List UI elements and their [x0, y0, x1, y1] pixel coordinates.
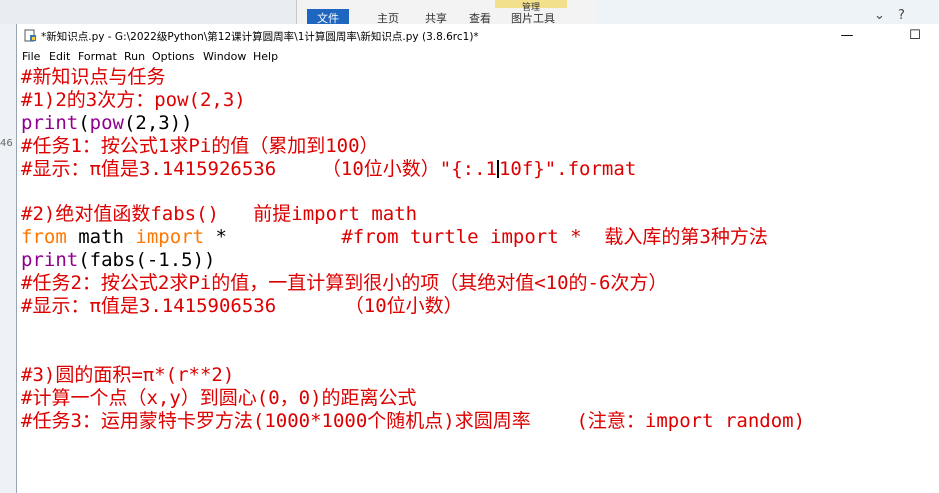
menu-bar: File Edit Format Run Options Window Help — [17, 48, 939, 66]
code-text: math — [66, 226, 136, 248]
background-chevron-icon: ⌄ — [874, 8, 885, 23]
background-explorer-ribbon: 文件 主页 共享 查看 管理 图片工具 — [296, 0, 597, 27]
code-line-10: #任务2：按公式2求Pi的值，一直计算到很小的项（其绝对值<10的-6次方） — [21, 272, 668, 294]
code-text: * — [204, 226, 342, 248]
code-line-1: #新知识点与任务 — [21, 66, 166, 88]
background-window-right: ⌄ ? — [596, 0, 939, 24]
menu-run[interactable]: Run — [124, 50, 145, 63]
menu-window[interactable]: Window — [203, 50, 246, 63]
code-line-2: #1)2的3次方：pow(2,3) — [21, 89, 246, 111]
code-keyword-from: from — [21, 226, 67, 248]
window-title: *新知识点.py - G:\2022级Python\第12课计算圆周率\1计算圆… — [41, 31, 479, 43]
code-builtin-print: print — [21, 249, 79, 271]
code-editor[interactable]: #新知识点与任务 #1)2的3次方：pow(2,3) print(pow(2,3… — [17, 66, 939, 493]
python-idle-icon — [24, 29, 36, 42]
menu-help[interactable]: Help — [253, 50, 278, 63]
maximize-button[interactable]: ☐ — [895, 26, 935, 46]
code-line-16: #任务3：运用蒙特卡罗方法(1000*1000个随机点)求圆周率 (注意：imp… — [21, 410, 806, 432]
menu-format[interactable]: Format — [78, 50, 117, 63]
background-help-icon: ? — [898, 8, 905, 23]
idle-editor-window: *新知识点.py - G:\2022级Python\第12课计算圆周率\1计算圆… — [16, 24, 939, 493]
code-comment: #from turtle import * 载入库的第3种方法 — [341, 226, 768, 248]
background-edge-number: 46 — [0, 138, 13, 149]
code-line-3: print(pow(2,3)) — [21, 112, 193, 134]
menu-options[interactable]: Options — [152, 50, 194, 63]
code-text: (2,3)) — [123, 112, 193, 134]
code-line-14: #3)圆的面积=π*(r**2) — [21, 364, 235, 386]
code-line-5: #显示：π值是3.1415926536 （10位小数）"{:.1 10f}".fo… — [21, 158, 636, 180]
code-line-9: print(fabs(-1.5)) — [21, 249, 215, 271]
menu-edit[interactable]: Edit — [49, 50, 70, 63]
code-line-8: from math import * #from turtle import *… — [21, 226, 768, 248]
menu-file[interactable]: File — [22, 50, 40, 63]
code-builtin-print: print — [21, 112, 79, 134]
code-line-7: #2)绝对值函数fabs() 前提import math — [21, 203, 418, 225]
code-builtin-pow: pow — [89, 112, 124, 134]
minimize-button[interactable]: — — [827, 26, 867, 46]
code-comment: 10f}".format — [498, 158, 637, 180]
code-comment: #显示：π值是3.1415926536 （10位小数）"{:.1 — [21, 158, 497, 180]
code-line-15: #计算一个点（x,y）到圆心(0，0)的距离公式 — [21, 387, 417, 409]
title-bar[interactable]: *新知识点.py - G:\2022级Python\第12课计算圆周率\1计算圆… — [17, 24, 939, 48]
code-line-4: #任务1：按公式1求Pi的值（累加到100） — [21, 135, 379, 157]
code-line-11: #显示：π值是3.1415906536 （10位小数） — [21, 295, 463, 317]
ribbon-manage-label: 管理 — [495, 0, 567, 13]
code-text: ( — [78, 112, 90, 134]
code-keyword-import: import — [135, 226, 205, 248]
code-text: (fabs(-1.5)) — [78, 249, 216, 271]
